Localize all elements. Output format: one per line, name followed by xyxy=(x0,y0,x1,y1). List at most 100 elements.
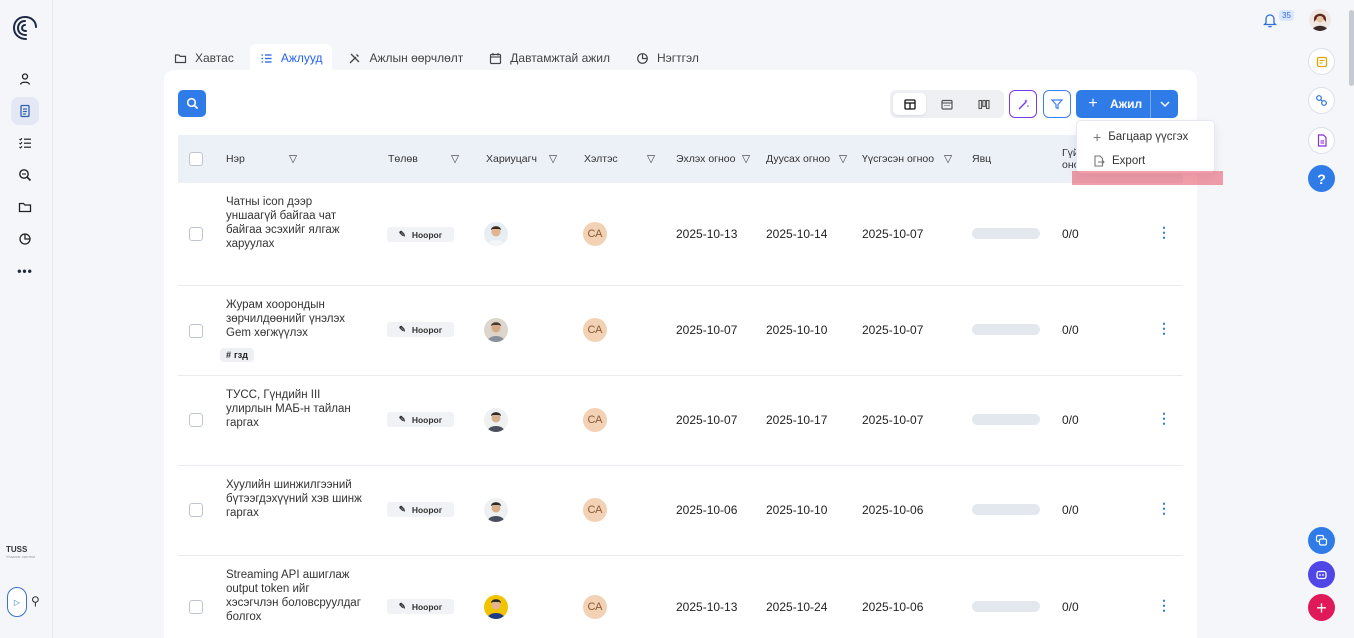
sidebar-item-checklist[interactable] xyxy=(11,129,39,157)
table-row[interactable]: Журам хоорондын зөрчилдөөнийг үнэлэх Gem… xyxy=(178,286,1183,376)
left-sidebar: ••• TUSS Ухаалаг систем ▷ ⚲ xyxy=(0,0,53,638)
kanban-view-button[interactable] xyxy=(967,93,1000,115)
col-end[interactable]: Дуусах огноо xyxy=(766,135,830,183)
notes-button[interactable] xyxy=(1308,48,1335,75)
sidebar-item-more[interactable]: ••• xyxy=(11,257,39,285)
status-badge[interactable]: ✎ Ноорог xyxy=(387,599,454,614)
row-actions-icon[interactable]: ⋮ xyxy=(1157,224,1171,241)
view-mode-toggle xyxy=(890,90,1004,118)
file-button[interactable] xyxy=(1308,127,1335,154)
status-badge[interactable]: ✎ Ноорог xyxy=(387,322,454,337)
task-name[interactable]: ТУСС, Гүндийн III улирлын МАБ-н тайлан г… xyxy=(226,388,362,430)
col-status-filter-icon[interactable]: ▽ xyxy=(451,135,459,183)
end-date: 2025-10-10 xyxy=(766,323,827,337)
quick-add-button[interactable]: + xyxy=(1308,594,1335,621)
col-department-filter-icon[interactable]: ▽ xyxy=(647,135,655,183)
department-initials: СА xyxy=(583,222,607,246)
avatar[interactable] xyxy=(484,318,508,342)
col-start[interactable]: Эхлэх огноо xyxy=(676,135,735,183)
folder-icon xyxy=(174,53,187,63)
pin-icon[interactable]: ⚲ xyxy=(31,594,40,608)
assistant-button[interactable] xyxy=(1308,561,1335,588)
tab-label: Нэгтгэл xyxy=(656,51,699,65)
sidebar-item-tasks[interactable] xyxy=(11,97,39,125)
col-progress[interactable]: Явц xyxy=(972,135,991,183)
department-initials: СА xyxy=(583,408,607,432)
table-row[interactable]: ТУСС, Гүндийн III улирлын МАБ-н тайлан г… xyxy=(178,376,1183,466)
chat-button[interactable] xyxy=(1308,527,1335,554)
avatar[interactable] xyxy=(484,222,508,246)
row-checkbox[interactable] xyxy=(189,503,203,517)
select-all-checkbox[interactable] xyxy=(189,135,203,183)
tab-recurring-tasks[interactable]: Давтамжтай ажил xyxy=(479,44,620,72)
row-actions-icon[interactable]: ⋮ xyxy=(1157,597,1171,614)
share-button[interactable] xyxy=(1308,87,1335,114)
tab-tasks[interactable]: Ажлууд xyxy=(249,44,333,72)
col-assignee[interactable]: Хариуцагч xyxy=(486,135,537,183)
row-checkbox[interactable] xyxy=(189,413,203,427)
status-text: Ноорог xyxy=(411,324,443,335)
row-actions-icon[interactable]: ⋮ xyxy=(1157,500,1171,517)
filter-button[interactable] xyxy=(1043,90,1071,118)
task-name[interactable]: Streaming API ашиглаж output token ийг х… xyxy=(226,568,362,624)
menu-item-bulk-create[interactable]: + Багцаар үүсгэх xyxy=(1077,125,1214,149)
add-options-dropdown-toggle[interactable] xyxy=(1150,90,1178,118)
add-task-button[interactable]: + Ажил xyxy=(1076,90,1178,118)
help-button[interactable]: ? xyxy=(1308,165,1335,192)
tab-task-changes[interactable]: Ажлын өөрчлөлт xyxy=(338,44,473,72)
col-status[interactable]: Төлөв xyxy=(388,135,418,183)
tab-folders[interactable]: Хавтас xyxy=(164,44,244,72)
col-name-filter-icon[interactable]: ▽ xyxy=(289,135,297,183)
task-name[interactable]: Журам хоорондын зөрчилдөөнийг үнэлэх Gem… xyxy=(226,298,362,340)
avatar[interactable] xyxy=(484,408,508,432)
row-checkbox[interactable] xyxy=(189,600,203,614)
row-actions-icon[interactable]: ⋮ xyxy=(1157,320,1171,337)
col-end-filter-icon[interactable]: ▽ xyxy=(839,135,847,183)
tab-summary[interactable]: Нэгтгэл xyxy=(626,44,709,72)
table-view-button[interactable] xyxy=(893,93,926,115)
sidebar-item-search[interactable] xyxy=(11,161,39,189)
plus-icon: + xyxy=(1093,129,1102,145)
col-status-label: Төлөв xyxy=(388,153,418,165)
status-badge[interactable]: ✎ Ноорог xyxy=(387,412,454,427)
task-name[interactable]: Хуулийн шинжилгээний бүтээгдэхүүний хэв … xyxy=(226,478,362,520)
notification-bell-icon[interactable] xyxy=(1262,12,1278,31)
table-row[interactable]: Streaming API ашиглаж output token ийг х… xyxy=(178,556,1183,638)
calendar-view-button[interactable] xyxy=(930,93,963,115)
chevron-right-icon: ▷ xyxy=(13,597,21,607)
row-checkbox[interactable] xyxy=(189,227,203,241)
menu-item-export[interactable]: Export xyxy=(1077,149,1214,173)
ai-magic-button[interactable] xyxy=(1009,90,1037,118)
row-checkbox[interactable] xyxy=(189,324,203,338)
table-row[interactable]: Хуулийн шинжилгээний бүтээгдэхүүний хэв … xyxy=(178,466,1183,556)
table-row[interactable]: Чатны icon дээр уншаагүй байгаа чат байг… xyxy=(178,183,1183,286)
col-start-filter-icon[interactable]: ▽ xyxy=(742,135,750,183)
created-date: 2025-10-07 xyxy=(862,227,923,241)
app-logo-icon[interactable] xyxy=(11,14,39,42)
user-avatar[interactable] xyxy=(1309,9,1331,31)
row-actions-icon[interactable]: ⋮ xyxy=(1157,410,1171,427)
search-button[interactable] xyxy=(178,90,206,117)
col-name[interactable]: Нэр xyxy=(226,135,245,183)
expand-sidebar-button[interactable]: ▷ xyxy=(7,587,27,617)
avatar[interactable] xyxy=(484,595,508,619)
end-date-text: 2025-10-17 xyxy=(766,413,828,427)
status-badge[interactable]: ✎ Ноорог xyxy=(387,502,454,517)
status-badge[interactable]: ✎ Ноорог xyxy=(387,227,454,242)
sidebar-item-reports[interactable] xyxy=(11,225,39,253)
sidebar-item-folders[interactable] xyxy=(11,193,39,221)
plus-icon: + xyxy=(1316,597,1327,618)
task-tag[interactable]: # гзд xyxy=(220,346,254,362)
created-date: 2025-10-06 xyxy=(862,600,923,614)
col-created-filter-icon[interactable]: ▽ xyxy=(944,135,952,183)
sidebar-item-profile[interactable] xyxy=(11,65,39,93)
task-name[interactable]: Чатны icon дээр уншаагүй байгаа чат байг… xyxy=(226,195,362,251)
page-scrollbar[interactable] xyxy=(1349,10,1354,86)
col-created[interactable]: Үүсгэсэн огноо xyxy=(862,135,934,183)
col-department[interactable]: Хэлтэс xyxy=(584,135,618,183)
tools-icon xyxy=(350,53,360,63)
col-assignee-filter-icon[interactable]: ▽ xyxy=(549,135,557,183)
file-icon xyxy=(1317,134,1327,147)
chat-icon xyxy=(1315,534,1328,546)
avatar[interactable] xyxy=(484,498,508,522)
